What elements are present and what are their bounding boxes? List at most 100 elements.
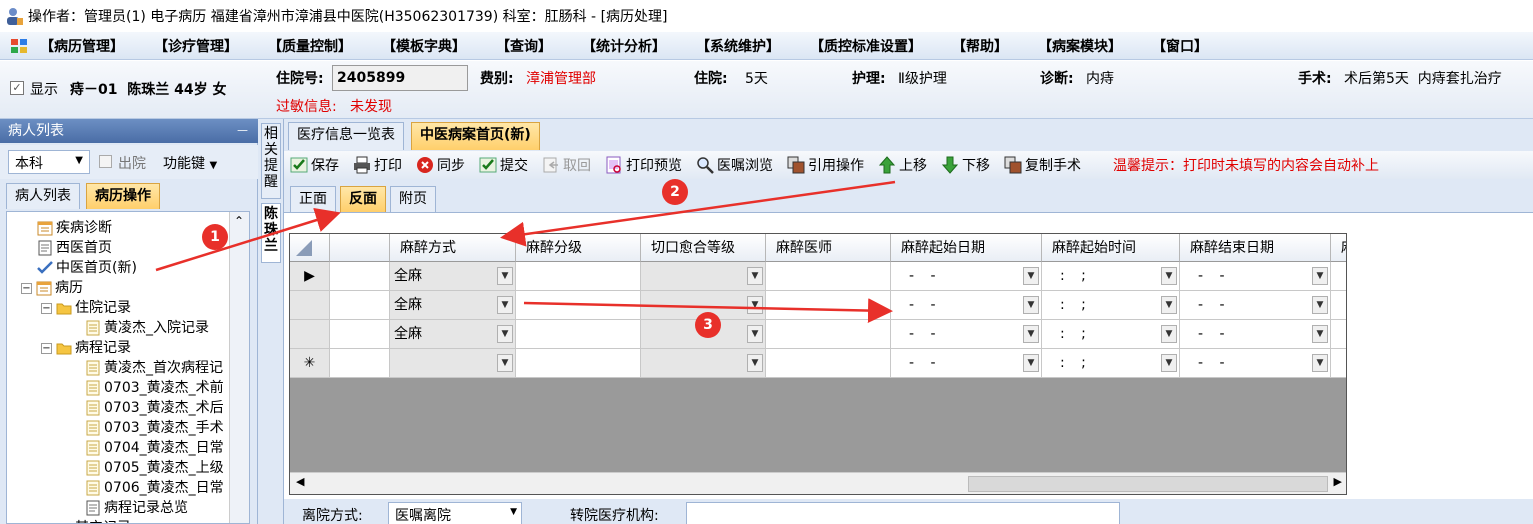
chevron-down-icon[interactable]: ▼ [1023, 325, 1039, 343]
chevron-down-icon[interactable]: ▼ [1312, 296, 1328, 314]
anesthesia-start-date-cell[interactable]: - - ▼ [891, 262, 1042, 291]
chevron-down-icon[interactable]: ▼ [747, 267, 763, 285]
menu-quality-control[interactable]: 【质量控制】 [268, 36, 352, 56]
chevron-down-icon[interactable]: ▼ [1161, 325, 1177, 343]
grid-column-header[interactable]: 麻醉结束日期 [1180, 234, 1331, 262]
tab-record-operation[interactable]: 病历操作 [86, 183, 160, 209]
chevron-down-icon[interactable]: ▼ [1023, 296, 1039, 314]
grid-corner[interactable] [290, 234, 330, 262]
grid-column-header[interactable]: 麻 [1331, 234, 1346, 262]
menu-qc-standard[interactable]: 【质控标准设置】 [810, 36, 922, 56]
discharged-checkbox[interactable] [99, 155, 112, 168]
row-marker[interactable] [290, 291, 330, 320]
discharge-select[interactable]: 医嘱离院 ▼ [388, 502, 522, 524]
save-button[interactable]: 保存 [290, 155, 339, 175]
submit-button[interactable]: 提交 [479, 155, 528, 175]
scroll-right-icon[interactable]: ▶ [1334, 475, 1342, 488]
reference-operation-button[interactable]: 引用操作 [787, 155, 864, 175]
overflow-cell[interactable] [1331, 262, 1346, 291]
anesthesia-method-cell[interactable]: 全麻 ▼ [390, 291, 516, 320]
chevron-down-icon[interactable]: ▼ [497, 296, 513, 314]
tab-appendix[interactable]: 附页 [390, 186, 436, 212]
tab-tcm-case-front-page[interactable]: 中医病案首页(新) [411, 122, 540, 150]
row-marker[interactable]: ▶ [290, 262, 330, 291]
tab-front-side[interactable]: 正面 [290, 186, 336, 212]
chevron-down-icon[interactable]: ▼ [747, 354, 763, 372]
tree-item[interactable]: 疾病诊断 [37, 218, 112, 238]
row-blank-cell[interactable] [330, 262, 390, 291]
menu-record-management[interactable]: 【病历管理】 [40, 36, 124, 56]
tree-scrollbar[interactable]: ⌃ [229, 212, 249, 523]
anesthesia-start-time-cell[interactable]: : ; ▼ [1042, 291, 1180, 320]
tree-item[interactable]: 0706_黄凌杰_日常 [85, 478, 224, 498]
anesthesia-start-date-cell[interactable]: - - ▼ [891, 320, 1042, 349]
chevron-up-icon[interactable]: ⌃ [234, 214, 244, 228]
chevron-down-icon[interactable]: ▼ [497, 267, 513, 285]
anesthesia-grade-cell[interactable] [516, 320, 641, 349]
tree-item[interactable]: − 病程记录 [41, 338, 131, 358]
tab-patient-name[interactable]: 陈珠兰 [261, 203, 281, 263]
anesthesia-start-date-cell[interactable]: - - ▼ [891, 349, 1042, 378]
tree-item[interactable]: 0704_黄凌杰_日常 [85, 438, 224, 458]
retrieve-button[interactable]: 取回 [542, 155, 591, 175]
menu-template-dictionary[interactable]: 【模板字典】 [382, 36, 466, 56]
anesthetist-cell[interactable] [766, 262, 891, 291]
chevron-down-icon[interactable]: ▼ [1023, 354, 1039, 372]
grid-column-header[interactable]: 麻醉起始日期 [891, 234, 1042, 262]
tree-item[interactable]: 0705_黄凌杰_上级 [85, 458, 224, 478]
tab-patient-list[interactable]: 病人列表 [6, 183, 80, 209]
grid-column-header[interactable]: 麻醉分级 [516, 234, 641, 262]
wound-healing-grade-cell[interactable]: ▼ [641, 262, 766, 291]
anesthesia-end-date-cell[interactable]: - - ▼ [1180, 320, 1331, 349]
anesthesia-grade-cell[interactable] [516, 291, 641, 320]
anesthesia-start-time-cell[interactable]: : ; ▼ [1042, 320, 1180, 349]
chevron-down-icon[interactable]: ▼ [747, 296, 763, 314]
tree-item[interactable]: − 病历 [21, 278, 83, 298]
transfer-institution-input[interactable] [686, 502, 1120, 524]
tree-item[interactable]: 病程记录总览 [85, 498, 188, 518]
anesthetist-cell[interactable] [766, 349, 891, 378]
grid-horizontal-scrollbar[interactable]: ◀ ▶ [290, 472, 1346, 494]
tree-item[interactable]: 黄凌杰_入院记录 [85, 318, 209, 338]
anesthesia-method-cell[interactable]: ▼ [390, 349, 516, 378]
tab-related-reminder[interactable]: 相关提醒 [261, 123, 281, 199]
overflow-cell[interactable] [1331, 349, 1346, 378]
tab-back-side[interactable]: 反面 [340, 186, 386, 212]
wound-healing-grade-cell[interactable]: ▼ [641, 349, 766, 378]
tree-item[interactable]: 中医首页(新) [37, 258, 137, 278]
tree-item[interactable]: 0703_黄凌杰_术后 [85, 398, 224, 418]
tree-item[interactable]: − 住院记录 [41, 298, 131, 318]
grid-column-header[interactable]: 切口愈合等级 [641, 234, 766, 262]
print-button[interactable]: 打印 [353, 155, 402, 175]
show-checkbox[interactable]: ✓ [10, 81, 24, 95]
scroll-thumb[interactable] [968, 476, 1328, 492]
tree-item[interactable]: −其它记录 [41, 518, 131, 523]
anesthesia-end-date-cell[interactable]: - - ▼ [1180, 262, 1331, 291]
tree-item[interactable]: 西医首页 [37, 238, 112, 258]
grid-column-header[interactable]: 麻醉医师 [766, 234, 891, 262]
grid-column-header[interactable]: 麻醉起始时间 [1042, 234, 1180, 262]
scroll-left-icon[interactable]: ◀ [296, 475, 304, 488]
sync-button[interactable]: 同步 [416, 155, 465, 175]
chevron-down-icon[interactable]: ▼ [1312, 267, 1328, 285]
row-blank-cell[interactable] [330, 349, 390, 378]
menu-system-maintenance[interactable]: 【系统维护】 [696, 36, 780, 56]
tab-medical-info-overview[interactable]: 医疗信息一览表 [288, 122, 404, 150]
tree-item[interactable]: 0703_黄凌杰_术前 [85, 378, 224, 398]
chevron-down-icon[interactable]: ▼ [497, 354, 513, 372]
chevron-down-icon[interactable]: ▼ [497, 325, 513, 343]
anesthesia-start-time-cell[interactable]: : ; ▼ [1042, 349, 1180, 378]
menu-case-module[interactable]: 【病案模块】 [1038, 36, 1122, 56]
anesthesia-method-cell[interactable]: 全麻 ▼ [390, 262, 516, 291]
chevron-down-icon[interactable]: ▼ [1161, 296, 1177, 314]
chevron-down-icon[interactable]: ▼ [1161, 267, 1177, 285]
anesthesia-start-time-cell[interactable]: : ; ▼ [1042, 262, 1180, 291]
row-marker[interactable] [290, 320, 330, 349]
menu-help[interactable]: 【帮助】 [952, 36, 1008, 56]
move-down-button[interactable]: 下移 [941, 155, 990, 175]
grid-column-header[interactable]: 麻醉方式 [390, 234, 516, 262]
app-menu-icon[interactable] [10, 37, 28, 55]
chevron-down-icon[interactable]: ▼ [1312, 325, 1328, 343]
chevron-down-icon[interactable]: ▼ [1023, 267, 1039, 285]
row-marker[interactable]: ✳ [290, 349, 330, 378]
